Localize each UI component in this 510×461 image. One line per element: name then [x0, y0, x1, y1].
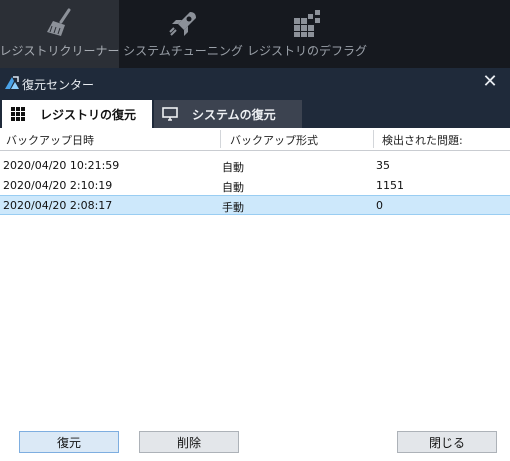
column-header-issues[interactable]: 検出された問題:	[382, 132, 463, 148]
close-button[interactable]: 閉じる	[397, 431, 497, 453]
tab-registry-defrag-label: レジストリのデフラグ	[247, 44, 368, 58]
cell-type: 自動	[222, 161, 244, 174]
monitor-icon	[162, 107, 178, 121]
cell-issues: 35	[376, 159, 390, 172]
cell-issues: 0	[376, 199, 383, 212]
close-icon[interactable]: ✕	[480, 72, 500, 92]
broom-icon	[46, 8, 70, 36]
cell-date: 2020/04/20 10:21:59	[3, 159, 120, 172]
cell-date: 2020/04/20 2:10:19	[3, 179, 113, 192]
restore-tabs: レジストリの復元 システムの復元	[0, 98, 510, 128]
column-divider[interactable]	[220, 130, 221, 148]
app-toolbar: レジストリクリーナー システムチューニング レジストリのデフラグ	[0, 0, 510, 68]
restore-button[interactable]: 復元	[19, 431, 119, 453]
tab-registry-cleaner[interactable]: レジストリクリーナー	[0, 0, 120, 68]
rocket-icon	[169, 12, 196, 36]
cell-type: 自動	[222, 181, 244, 194]
cell-date: 2020/04/20 2:08:17	[3, 199, 113, 212]
tab-system-tuning-label: システムチューニング	[123, 44, 243, 58]
backup-table: バックアップ日時 バックアップ形式 検出された問題: 2020/04/20 10…	[0, 128, 510, 215]
tab-system-restore-label: システムの復元	[192, 107, 276, 122]
column-header-type[interactable]: バックアップ形式	[230, 132, 318, 148]
table-row[interactable]: 2020/04/20 10:21:59 自動 35	[0, 155, 510, 175]
tab-registry-defrag[interactable]: レジストリのデフラグ	[247, 0, 368, 68]
restore-center-logo-icon	[5, 76, 19, 89]
column-header-date[interactable]: バックアップ日時	[6, 132, 94, 148]
cell-type: 手動	[222, 201, 244, 214]
table-row[interactable]: 2020/04/20 2:10:19 自動 1151	[0, 175, 510, 195]
tab-registry-restore-label: レジストリの復元	[40, 107, 137, 122]
defrag-grid-icon	[294, 10, 320, 37]
grid-icon	[11, 107, 25, 121]
table-row-selected[interactable]: 2020/04/20 2:08:17 手動 0	[0, 195, 510, 215]
dialog-title-bar: 復元センター ✕	[0, 68, 510, 98]
tab-system-restore[interactable]: システムの復元	[154, 100, 302, 128]
tab-registry-restore[interactable]: レジストリの復元	[2, 100, 152, 128]
column-divider[interactable]	[373, 130, 374, 148]
dialog-title: 復元センター	[22, 78, 95, 92]
delete-button[interactable]: 削除	[139, 431, 239, 453]
tab-system-tuning[interactable]: システムチューニング	[123, 0, 243, 68]
tab-registry-cleaner-label: レジストリクリーナー	[0, 44, 120, 58]
cell-issues: 1151	[376, 179, 404, 192]
table-header: バックアップ日時 バックアップ形式 検出された問題:	[0, 128, 510, 151]
